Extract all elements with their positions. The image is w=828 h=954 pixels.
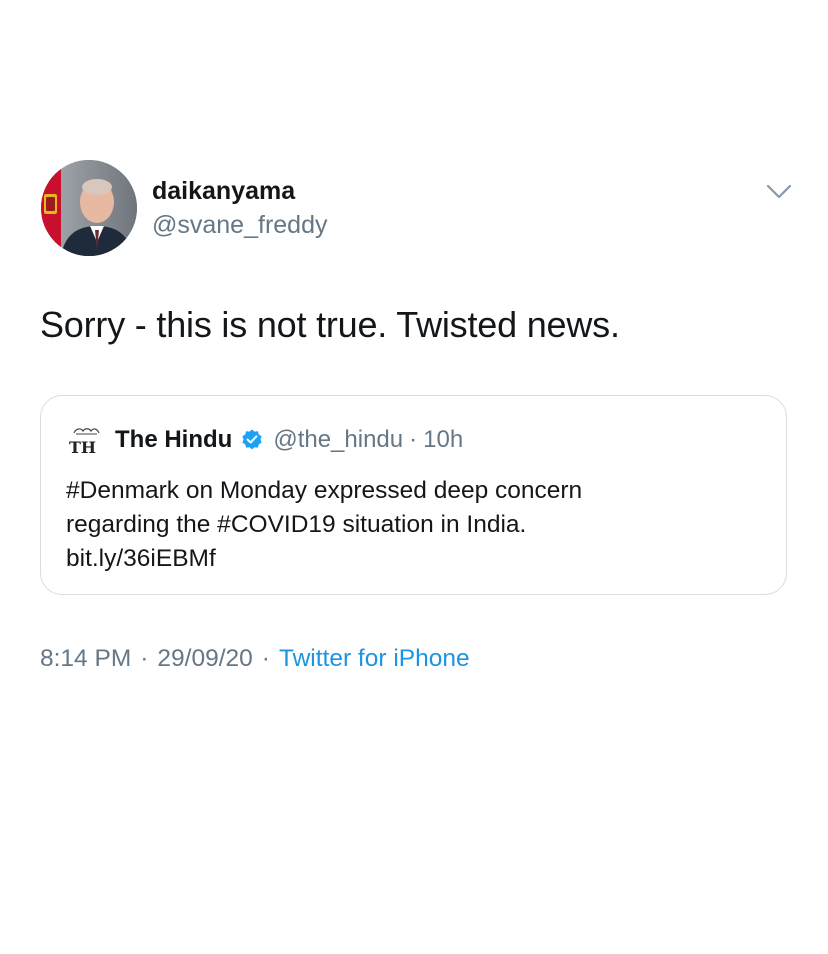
quoted-author-handle[interactable]: @the_hindu [273,426,403,454]
quoted-text-line: #Denmark on Monday expressed deep concer… [66,477,583,504]
svg-text:TH: TH [69,438,96,457]
author-handle[interactable]: @svane_freddy [152,211,327,240]
tweet-meta: 8:14 PM · 29/09/20 · Twitter for iPhone [40,645,470,673]
quoted-text-line: regarding the #COVID19 situation in Indi… [66,511,527,538]
avatar[interactable] [41,160,137,256]
author-name[interactable]: daikanyama [152,177,295,206]
meta-separator: · [261,645,270,672]
tweet-time[interactable]: 8:14 PM [40,645,131,672]
the-hindu-logo: TH [66,425,106,457]
tweet-date[interactable]: 29/09/20 [157,645,252,672]
meta-separator: · [140,645,149,672]
quoted-header: The Hindu @the_hindu · 10h [115,424,463,456]
tweet-text: Sorry - this is not true. Twisted news. [40,304,620,345]
quoted-tweet-text: #Denmark on Monday expressed deep concer… [66,474,756,576]
tweet: daikanyama @svane_freddy Sorry - this is… [0,0,828,954]
quoted-tweet[interactable]: TH The Hindu @the_hindu · 10h #Denmark o… [40,395,787,595]
quoted-link[interactable]: bit.ly/36iEBMf [66,542,756,576]
quoted-separator: · [409,426,418,453]
quoted-timestamp[interactable]: 10h [423,426,463,454]
chevron-down-icon[interactable] [766,183,792,201]
tweet-source-link[interactable]: Twitter for iPhone [279,645,470,672]
quoted-author-name[interactable]: The Hindu [115,426,232,454]
verified-badge-icon [240,428,264,452]
